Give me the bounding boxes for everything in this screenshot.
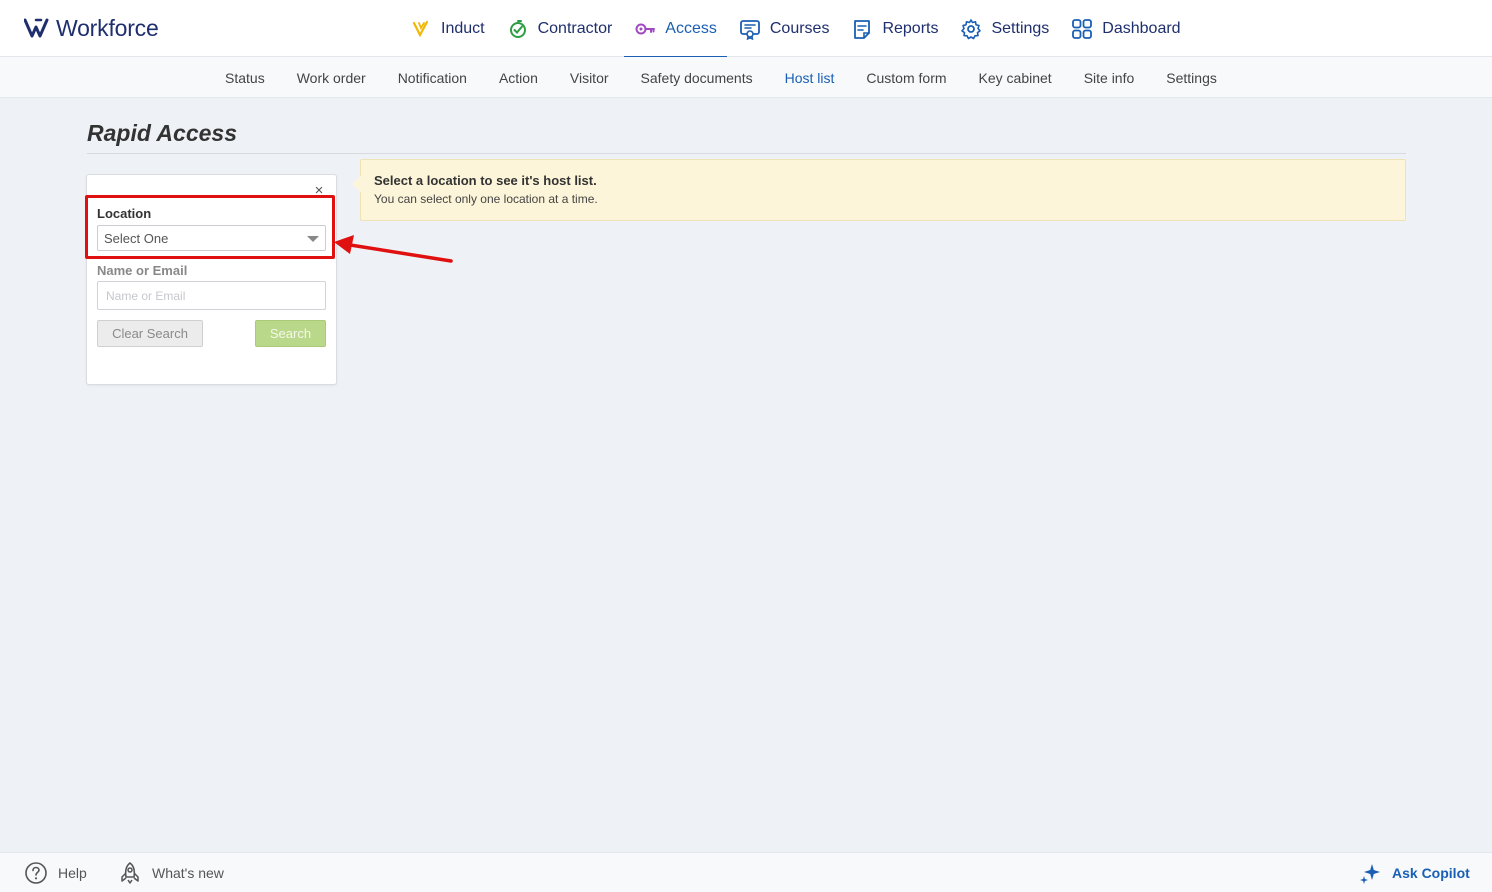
info-message-subtitle: You can select only one location at a ti… [374, 192, 598, 206]
workforce-logo[interactable]: Workforce [24, 14, 159, 42]
subnav-item-host-list[interactable]: Host list [769, 70, 851, 86]
rocket-icon [121, 862, 139, 884]
search-panel: × Location Select One Name or Email Clea… [86, 174, 337, 385]
subnav-item-work-order[interactable]: Work order [281, 70, 382, 86]
sparkle-icon [1360, 864, 1380, 884]
page-title: Rapid Access [87, 120, 237, 146]
location-select-value: Select One [104, 231, 169, 246]
subnav-item-site-info[interactable]: Site info [1068, 70, 1151, 86]
subnav-item-key-cabinet[interactable]: Key cabinet [963, 70, 1068, 86]
nav-item-induct[interactable]: Induct [400, 0, 495, 57]
workforce-logo-icon [24, 18, 49, 38]
induct-icon [412, 20, 429, 37]
help-icon [25, 862, 47, 884]
sub-nav: Status Work order Notification Action Vi… [0, 57, 1492, 98]
subnav-item-safety-documents[interactable]: Safety documents [625, 70, 769, 86]
nav-item-label: Access [665, 19, 717, 37]
subnav-item-notification[interactable]: Notification [382, 70, 483, 86]
app-name: Workforce [56, 14, 159, 41]
subnav-item-settings[interactable]: Settings [1150, 70, 1233, 86]
nav-item-label: Induct [441, 19, 485, 37]
whats-new-label: What's new [152, 865, 224, 881]
subnav-item-status[interactable]: Status [209, 70, 281, 86]
ask-copilot-button[interactable]: Ask Copilot [1358, 853, 1470, 892]
footer-bar: Help What's new Ask Copilot [0, 852, 1492, 892]
info-message-title: Select a location to see it's host list. [374, 173, 597, 188]
nav-item-label: Courses [769, 19, 830, 37]
location-label: Location [97, 206, 152, 221]
info-message: Select a location to see it's host list.… [352, 159, 1406, 221]
search-button[interactable]: Search [255, 320, 326, 347]
courses-icon [739, 19, 760, 40]
reports-icon [854, 19, 871, 39]
nav-item-access[interactable]: Access [624, 0, 727, 58]
help-link[interactable]: Help [24, 853, 87, 892]
name-or-email-label: Name or Email [97, 263, 188, 278]
nav-item-dashboard[interactable]: Dashboard [1061, 0, 1190, 57]
main-nav: Induct Contractor Access Courses Reports… [400, 0, 1193, 58]
clear-search-button[interactable]: Clear Search [97, 320, 203, 347]
help-label: Help [58, 865, 87, 881]
nav-item-settings[interactable]: Settings [950, 0, 1059, 57]
access-key-icon [635, 23, 656, 34]
close-icon[interactable]: × [312, 183, 326, 198]
subnav-item-custom-form[interactable]: Custom form [850, 70, 962, 86]
chevron-down-icon [307, 236, 319, 242]
nav-item-label: Dashboard [1102, 19, 1181, 37]
contractor-icon [509, 19, 526, 38]
name-or-email-input[interactable] [97, 281, 326, 310]
whats-new-link[interactable]: What's new [118, 853, 224, 892]
title-divider [87, 153, 1406, 154]
location-select[interactable]: Select One [97, 225, 326, 251]
dashboard-grid-icon [1072, 18, 1093, 39]
ask-copilot-label: Ask Copilot [1392, 865, 1470, 881]
gear-icon [961, 18, 982, 39]
subnav-item-visitor[interactable]: Visitor [554, 70, 625, 86]
nav-item-label: Contractor [537, 19, 613, 37]
top-bar: Workforce Induct Contractor Access Cours… [0, 0, 1492, 58]
nav-item-label: Reports [882, 19, 939, 37]
annotation-arrow [334, 235, 453, 263]
nav-item-contractor[interactable]: Contractor [497, 0, 623, 57]
nav-item-courses[interactable]: Courses [729, 0, 840, 57]
subnav-item-action[interactable]: Action [483, 70, 554, 86]
nav-item-label: Settings [991, 19, 1050, 37]
nav-item-reports[interactable]: Reports [841, 0, 948, 57]
